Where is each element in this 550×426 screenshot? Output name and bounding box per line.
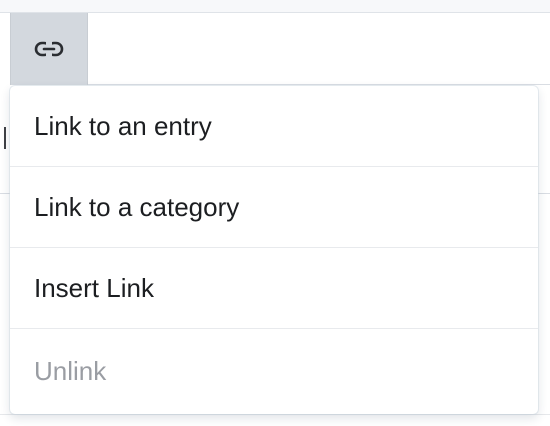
editor-page: Link to an entry Link to a category Inse…: [0, 0, 550, 426]
menu-item-insert-link[interactable]: Insert Link: [10, 248, 538, 329]
menu-item-label: Link to a category: [34, 191, 240, 222]
menu-item-label: Unlink: [34, 355, 107, 386]
menu-item-link-to-category[interactable]: Link to a category: [10, 167, 538, 248]
editor-toolbar: [0, 13, 550, 85]
link-dropdown-menu: Link to an entry Link to a category Inse…: [10, 86, 538, 414]
toolbar-edge: [0, 13, 10, 85]
text-cursor: [4, 127, 6, 149]
menu-item-label: Link to an entry: [34, 110, 212, 141]
editor-top-edge: [0, 0, 550, 13]
link-icon: [34, 41, 64, 57]
menu-item-label: Insert Link: [34, 272, 154, 303]
link-button[interactable]: [10, 13, 88, 85]
content-divider: [0, 414, 550, 415]
menu-item-link-to-entry[interactable]: Link to an entry: [10, 86, 538, 167]
menu-item-unlink: Unlink: [10, 329, 538, 413]
